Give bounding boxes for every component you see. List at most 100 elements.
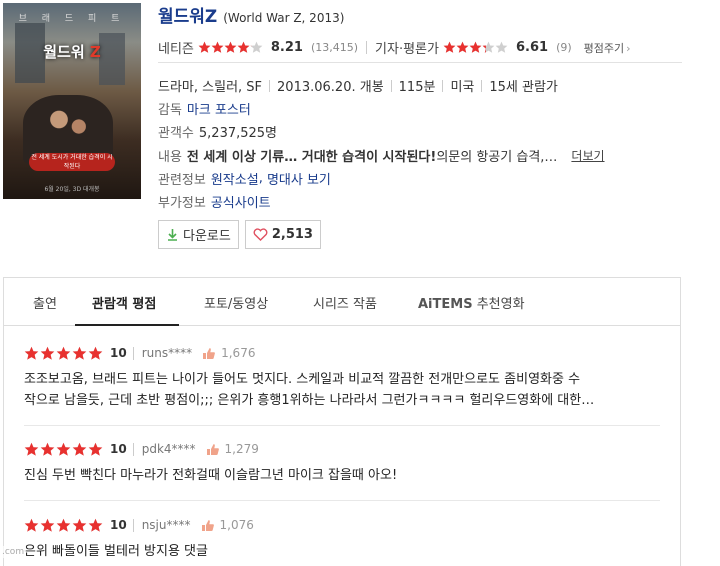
star-icon — [443, 41, 456, 54]
director-label: 감독 — [158, 103, 182, 118]
info-director: 감독 마크 포스터 — [158, 99, 251, 118]
review-user: pdk4**** — [141, 442, 196, 456]
director-link[interactable]: 마크 포스터 — [187, 99, 251, 118]
tab-aitems-label: 추천영화 — [472, 297, 525, 312]
star-icon — [40, 346, 55, 361]
review-item: 10 nsju**** 1,076 은위 빠돌이들 벌테러 방지용 댓글 — [24, 517, 660, 562]
country: 미국 — [450, 80, 475, 95]
movie-title[interactable]: 월드워Z — [158, 2, 217, 27]
content-label: 내용 — [158, 150, 182, 165]
review-meta: 10 nsju**** 1,076 — [24, 517, 660, 533]
like-count: 2,513 — [271, 227, 313, 242]
review-score: 10 — [110, 442, 127, 456]
genre: 드라마, 스릴러, SF — [158, 80, 263, 95]
star-icon — [482, 41, 495, 54]
poster-date: 6월 20일, 3D 대개봉 — [44, 186, 100, 193]
review-likes: 1,279 — [224, 442, 259, 456]
divider — [24, 500, 660, 501]
netizen-count: (13,415) — [310, 41, 359, 54]
star-icon — [211, 41, 224, 54]
download-label: 다운로드 — [183, 229, 231, 244]
star-icon — [72, 442, 87, 457]
star-icon — [456, 41, 469, 54]
review-meta: 10 pdk4**** 1,279 — [24, 441, 660, 457]
star-icon — [469, 41, 482, 54]
heart-icon — [253, 228, 268, 241]
info-audience: 관객수 5,237,525명 — [158, 122, 277, 141]
star-icon — [198, 41, 211, 54]
star-icon — [56, 442, 71, 457]
original-novel-link[interactable]: 원작소설 — [211, 169, 259, 188]
review-star-rating — [24, 442, 104, 457]
like-button[interactable]: 2,513 — [244, 220, 321, 249]
title-row: 월드워Z (World War Z, 2013) — [158, 2, 344, 27]
divider — [24, 425, 660, 426]
star-icon — [495, 41, 508, 54]
more-link[interactable]: 더보기 — [571, 147, 604, 164]
tab-aitems[interactable]: AiTEMS 추천영화 — [418, 293, 525, 312]
star-icon — [24, 346, 39, 361]
review-likes: 1,676 — [221, 346, 256, 360]
star-icon — [56, 518, 71, 533]
netizen-label: 네티즌 — [158, 42, 194, 57]
star-icon — [24, 518, 39, 533]
movie-subtitle: (World War Z, 2013) — [223, 11, 345, 25]
review-item: 10 runs**** 1,676 조조보고옴, 브래드 피트는 나이가 들어도… — [24, 345, 660, 411]
review-score: 10 — [110, 518, 127, 532]
tab-series[interactable]: 시리즈 작품 — [313, 293, 377, 312]
review-star-rating — [24, 518, 104, 533]
star-icon — [40, 518, 55, 533]
action-buttons: 다운로드 2,513 — [158, 220, 327, 249]
divider — [366, 41, 368, 54]
rate-button[interactable]: 평점주기 — [584, 40, 631, 56]
tab-cast[interactable]: 출연 — [33, 293, 57, 312]
review-text-line: 진심 두번 빡친다 마누라가 전화걸때 이슬람그년 마이크 잡을때 아오! — [24, 468, 398, 483]
star-icon — [72, 518, 87, 533]
divider — [269, 79, 271, 92]
tab-photo-video[interactable]: 포토/동영상 — [204, 293, 268, 312]
thumbs-up-icon[interactable] — [201, 519, 215, 532]
review-text-line: 작으로 남을듯, 근데 초반 평점이;;; 은위가 흥행1위하는 나라라서 그런… — [24, 393, 595, 408]
tab-reviews[interactable]: 관람객 평점 — [92, 293, 156, 312]
critic-score: 6.61 — [515, 40, 549, 55]
review-text: 조조보고옴, 브래드 피트는 나이가 들어도 멋지다. 스케일과 비교적 깔끔한… — [24, 369, 660, 411]
thumbs-up-icon[interactable] — [202, 347, 216, 360]
download-button[interactable]: 다운로드 — [158, 220, 239, 249]
age-rating: 15세 관람가 — [489, 80, 558, 95]
star-icon — [72, 346, 87, 361]
audience-label: 관객수 — [158, 126, 194, 141]
download-icon — [166, 228, 179, 241]
divider — [158, 62, 682, 63]
divider — [481, 79, 483, 92]
star-icon — [24, 442, 39, 457]
extra-label: 부가정보 — [158, 196, 206, 211]
divider — [390, 79, 392, 92]
related-label: 관련정보 — [158, 173, 206, 188]
review-star-rating — [24, 346, 104, 361]
thumbs-up-icon[interactable] — [206, 443, 220, 456]
movie-poster[interactable]: 브 래 드 피 트 월드워 Z 전 세계 도시가 거대한 습격이 시작된다 6월… — [3, 3, 141, 199]
star-icon — [224, 41, 237, 54]
critic-count: (9) — [556, 41, 572, 54]
content-headline: 전 세계 이상 기류… 거대한 습격이 시작된다! — [186, 150, 437, 165]
runtime: 115분 — [398, 80, 436, 95]
star-icon — [56, 346, 71, 361]
aitems-logo: AiTEMS — [418, 297, 473, 312]
official-site-link[interactable]: 공식사이트 — [211, 192, 271, 211]
info-content: 내용 전 세계 이상 기류… 거대한 습격이 시작된다! 의문의 항공기 습격,… — [158, 146, 605, 165]
divider — [132, 442, 134, 456]
info-related: 관련정보 원작소설 , 명대사 보기 — [158, 169, 331, 188]
review-text: 진심 두번 빡친다 마누라가 전화걸때 이슬람그년 마이크 잡을때 아오! — [24, 465, 660, 486]
review-likes: 1,076 — [219, 518, 254, 532]
review-text-line: 은위 빠돌이들 벌테러 방지용 댓글 — [24, 544, 208, 559]
famous-lines-link[interactable]: 명대사 보기 — [267, 169, 331, 188]
content-text: 의문의 항공기 습격,… — [436, 150, 558, 165]
review-score: 10 — [110, 346, 127, 360]
netizen-star-rating — [198, 41, 263, 54]
audience-count: 5,237,525명 — [198, 126, 278, 141]
watermark: .com — [0, 546, 27, 558]
review-text: 은위 빠돌이들 벌테러 방지용 댓글 — [24, 541, 660, 562]
star-icon — [237, 41, 250, 54]
rating-row: 네티즌 8.21 (13,415) 기자·평론가 6.61 (9) 평점주기 — [158, 38, 718, 57]
star-icon — [250, 41, 263, 54]
